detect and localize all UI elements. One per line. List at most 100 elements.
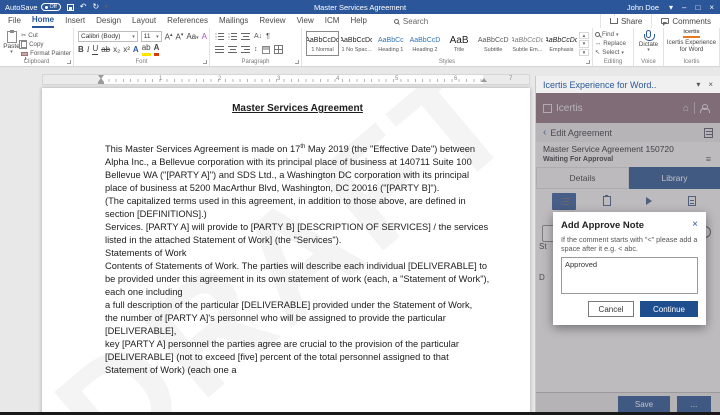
maximize-icon[interactable]: □	[695, 3, 700, 12]
copy-icon	[21, 41, 27, 48]
style-heading1[interactable]: AaBbCcHeading 1	[374, 31, 407, 56]
save-icon[interactable]	[67, 4, 74, 11]
paragraph-mark-icon[interactable]: ¶	[266, 33, 270, 40]
undo-icon[interactable]: ↶	[80, 3, 87, 11]
copy-label: Copy	[29, 41, 43, 48]
format-painter-button[interactable]: Format Painter	[21, 50, 71, 57]
subscript-button[interactable]: x₂	[113, 45, 120, 55]
pane-options-icon[interactable]: ▾	[696, 80, 700, 89]
styles-scroll-down-icon[interactable]: ▼	[579, 40, 589, 47]
italic-button[interactable]: I	[87, 45, 90, 55]
superscript-button[interactable]: x²	[123, 45, 130, 55]
highlight-button[interactable]: ab	[142, 43, 151, 56]
dictate-dropdown-icon[interactable]: ▾	[647, 48, 650, 52]
autosave-switch[interactable]: Off	[41, 3, 61, 11]
tab-references[interactable]: References	[167, 15, 208, 27]
grow-font-button[interactable]: A▴	[165, 30, 173, 43]
ribbon-display-options-icon[interactable]: ▾	[669, 3, 673, 12]
paragraph-dialog-launcher-icon[interactable]	[295, 60, 299, 64]
shrink-font-button[interactable]: A▾	[175, 30, 183, 43]
font-dialog-launcher-icon[interactable]	[203, 60, 207, 64]
continue-button[interactable]: Continue	[640, 301, 698, 317]
icertis-group: icertis Icertis Experience for Word Icer…	[664, 28, 720, 66]
quick-access-toolbar: AutoSave Off ↶ ↻ ▾	[0, 3, 108, 12]
styles-dialog-launcher-icon[interactable]	[586, 60, 590, 64]
minimize-icon[interactable]: –	[682, 3, 686, 12]
left-indent-marker[interactable]	[98, 82, 104, 84]
shading-icon[interactable]	[262, 46, 270, 54]
style-no-spacing[interactable]: AaBbCcDd1 No Spac...	[340, 31, 373, 56]
font-group-label: Font	[74, 59, 209, 65]
tab-file[interactable]: File	[8, 15, 21, 27]
clipboard-dialog-launcher-icon[interactable]	[67, 60, 71, 64]
strikethrough-button[interactable]: ab	[101, 45, 110, 55]
autosave-toggle[interactable]: AutoSave Off	[5, 3, 61, 12]
customize-qat-icon[interactable]: ▾	[105, 5, 108, 9]
editing-group: Find▾ ↔Replace ↖Select▾ Editing	[593, 28, 634, 66]
indent-decrease-icon[interactable]	[241, 33, 250, 40]
align-right-icon[interactable]	[241, 46, 250, 53]
tab-icm[interactable]: ICM	[325, 15, 340, 27]
align-center-icon[interactable]	[228, 46, 237, 53]
editing-group-label: Editing	[593, 59, 633, 65]
tab-layout[interactable]: Layout	[132, 15, 156, 27]
clipboard-group-label: Clipboard	[0, 59, 73, 65]
bullet-list-icon[interactable]	[215, 33, 224, 40]
add-approve-note-dialog: Add Approve Note × If the comment starts…	[553, 212, 706, 325]
close-icon[interactable]: ×	[709, 3, 714, 12]
style-normal[interactable]: AaBbCcDd1 Normal	[306, 31, 339, 56]
comments-button[interactable]: Comments	[651, 14, 720, 28]
tab-home[interactable]: Home	[32, 14, 54, 28]
redo-icon[interactable]: ↻	[92, 3, 99, 11]
line-spacing-icon[interactable]: ↕	[254, 46, 258, 53]
font-size-select[interactable]: 11▾	[141, 31, 162, 42]
pane-close-icon[interactable]: ×	[708, 80, 713, 89]
font-family-select[interactable]: Calibri (Body)▾	[78, 31, 138, 42]
share-button[interactable]: Share	[600, 14, 651, 28]
autosave-state: Off	[50, 4, 57, 10]
sort-icon[interactable]: A↓	[254, 33, 262, 40]
font-color-button[interactable]: A	[154, 43, 160, 56]
icertis-task-pane: Icertis Experience for Word.. ▾ × Icerti…	[535, 76, 720, 415]
text-effects-button[interactable]: A	[133, 45, 139, 55]
tab-mailings[interactable]: Mailings	[219, 15, 248, 27]
cancel-button[interactable]: Cancel	[588, 301, 634, 317]
copy-button[interactable]: Copy	[21, 41, 71, 48]
style-title[interactable]: AaBTitle	[443, 31, 476, 56]
tab-insert[interactable]: Insert	[65, 15, 85, 27]
tab-review[interactable]: Review	[259, 15, 285, 27]
dictate-mic-icon	[646, 30, 651, 38]
style-emphasis[interactable]: AaBbCcDdEmphasis	[545, 31, 578, 56]
right-indent-marker[interactable]	[481, 78, 487, 82]
numbered-list-icon[interactable]	[228, 33, 237, 40]
select-button[interactable]: ↖Select▾	[595, 48, 631, 57]
styles-scroll-up-icon[interactable]: ▲	[579, 32, 589, 39]
document-body[interactable]: Master Services Agreement This Master Se…	[105, 103, 490, 377]
dialog-close-icon[interactable]: ×	[692, 220, 698, 229]
tab-design[interactable]: Design	[96, 15, 121, 27]
align-left-icon[interactable]	[215, 46, 224, 53]
paste-dropdown-icon[interactable]: ▾	[10, 50, 13, 54]
cut-button[interactable]: ✂Cut	[21, 32, 71, 39]
document-page[interactable]: DRAFT Master Services Agreement This Mas…	[42, 88, 530, 415]
change-case-button[interactable]: Aa▾	[186, 32, 198, 42]
clear-formatting-button[interactable]: A	[202, 32, 207, 42]
tab-help[interactable]: Help	[350, 15, 366, 27]
style-subtitle[interactable]: AaBbCcDSubtitle	[477, 31, 510, 56]
approve-note-input[interactable]: Approved	[561, 257, 698, 294]
tab-view[interactable]: View	[297, 15, 314, 27]
paragraph-effective-date: This Master Services Agreement is made o…	[105, 141, 490, 195]
borders-icon[interactable]	[274, 45, 283, 54]
find-icon	[595, 32, 600, 37]
style-heading2[interactable]: AaBbCcDHeading 2	[408, 31, 441, 56]
styles-gallery: AaBbCcDd1 Normal AaBbCcDd1 No Spac... Aa…	[304, 30, 578, 56]
underline-button[interactable]: U	[92, 44, 98, 55]
icertis-experience-button[interactable]: Icertis Experience for Word	[667, 39, 716, 53]
search-box[interactable]: Search	[394, 17, 428, 26]
styles-more-icon[interactable]: ▼	[579, 49, 589, 56]
find-button[interactable]: Find▾	[595, 30, 631, 39]
style-subtle-emphasis[interactable]: AaBbCcDdSubtle Em...	[511, 31, 544, 56]
bold-button[interactable]: B	[78, 45, 84, 55]
user-name[interactable]: John Doe	[627, 3, 659, 12]
replace-button[interactable]: ↔Replace	[595, 39, 631, 48]
